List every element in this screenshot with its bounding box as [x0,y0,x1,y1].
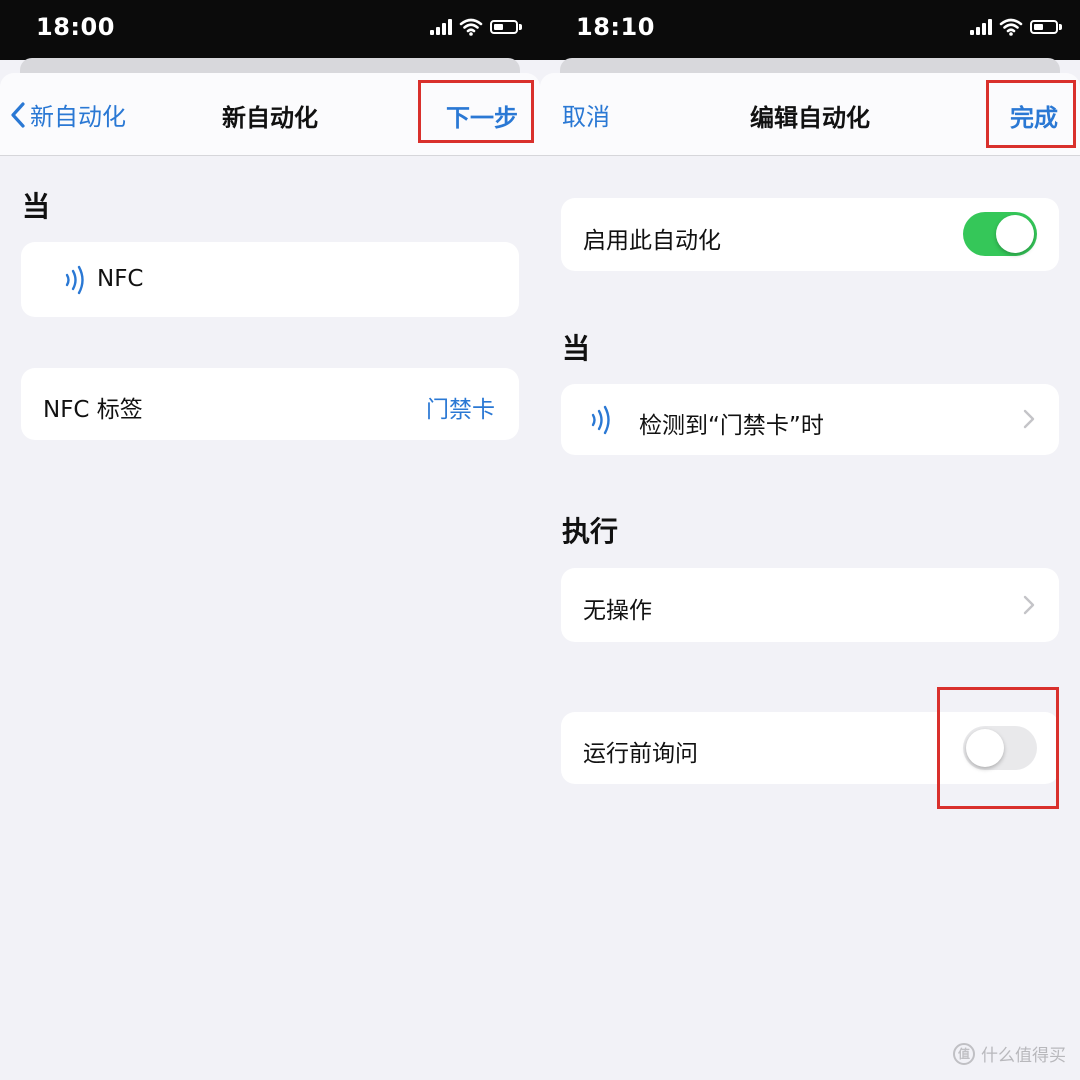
watermark: 值 什么值得买 [953,1041,1066,1066]
action-row[interactable]: 无操作 [561,568,1059,642]
status-bar: 18:10 [540,0,1080,60]
watermark-badge: 值 [953,1042,975,1065]
highlight-box-ask-toggle [937,687,1059,809]
watermark-text: 什么值得买 [981,1046,1066,1066]
section-when: 当 [22,190,51,223]
back-button[interactable]: 新自动化 [10,97,126,132]
enable-label: 启用此自动化 [583,228,721,254]
section-do: 执行 [562,515,619,548]
status-icons [430,18,522,36]
left-screen: 18:00 新自动化 新自动化 下一步 当 NFC NFC 标签 门禁卡 [0,0,540,1080]
section-when: 当 [562,332,591,365]
right-screen: 18:10 取消 编辑自动化 完成 启用此自动化 当 检测到“门禁卡”时 执行 … [540,0,1080,1080]
wifi-icon [459,18,483,36]
highlight-box-done [986,80,1076,148]
cellular-signal-icon [970,19,992,35]
battery-icon [490,20,522,34]
trigger-nfc-card[interactable]: NFC [21,242,519,317]
status-time: 18:10 [576,13,655,41]
cancel-button[interactable]: 取消 [562,97,610,132]
highlight-box-next [418,80,534,143]
enable-automation-row: 启用此自动化 [561,198,1059,271]
trigger-label: NFC [97,266,144,292]
trigger-label: 检测到“门禁卡”时 [639,413,824,439]
nfc-tag-value: 门禁卡 [426,397,495,423]
nfc-icon [65,265,84,295]
wifi-icon [999,18,1023,36]
status-bar: 18:00 [0,0,540,60]
cellular-signal-icon [430,19,452,35]
nfc-tag-label: NFC 标签 [43,397,143,423]
nfc-tag-row[interactable]: NFC 标签 门禁卡 [21,368,519,440]
status-time: 18:00 [36,13,115,41]
ask-label: 运行前询问 [583,741,698,767]
trigger-row[interactable]: 检测到“门禁卡”时 [561,384,1059,455]
chevron-right-icon [1023,409,1035,429]
toggle-knob [996,215,1034,253]
status-icons [970,18,1062,36]
chevron-right-icon [1023,595,1035,615]
nfc-icon [591,405,610,435]
enable-toggle[interactable] [963,212,1037,256]
chevron-left-icon [11,101,25,128]
back-label: 新自动化 [30,103,126,131]
battery-icon [1030,20,1062,34]
action-label: 无操作 [583,598,652,624]
